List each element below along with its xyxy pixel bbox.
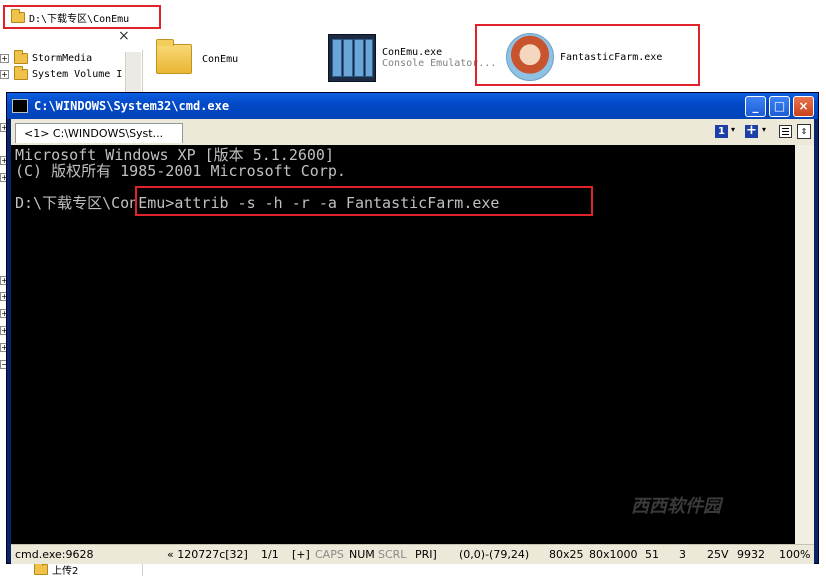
- folder-icon: [11, 8, 25, 23]
- tab-bar: <1> C:\WINDOWS\Syst... 1 ▾ + ▾ ⇕: [11, 119, 814, 145]
- status-bar: cmd.exe:9628 « 120727c[32] 1/1 [+] CAPS …: [11, 544, 814, 564]
- folder-icon: [14, 50, 28, 64]
- file-conemu-exe[interactable]: ConEmu.exe Console Emulator...: [328, 34, 496, 82]
- close-icon[interactable]: ×: [118, 28, 130, 44]
- status-buffer: 80x1000: [589, 548, 638, 561]
- highlight-box: [135, 186, 593, 216]
- buffer-scroll-icon[interactable]: ⇕: [797, 124, 811, 139]
- expand-icon[interactable]: +: [0, 54, 9, 63]
- status-scrl[interactable]: SCRL: [378, 548, 406, 561]
- tree-item-stormmedia[interactable]: StormMedia: [14, 50, 93, 64]
- tree-scrollbar[interactable]: [125, 52, 141, 92]
- new-console-button[interactable]: +: [745, 124, 758, 138]
- tree-item-system-volume[interactable]: System Volume I: [14, 66, 123, 80]
- status-pri: PRI]: [415, 548, 437, 561]
- console-line: (C) 版权所有 1985-2001 Microsoft Corp.: [15, 162, 346, 180]
- status-voltage: 25V: [707, 548, 729, 561]
- folder-icon: [34, 561, 48, 575]
- status-caps[interactable]: CAPS: [315, 548, 344, 561]
- status-value: 3: [679, 548, 686, 561]
- watermark-logo: 西西软件园: [631, 496, 721, 517]
- status-code: « 120727c[32]: [167, 548, 248, 561]
- address-text: D:\下载专区\ConEmu: [29, 13, 130, 25]
- conemu-window: C:\WINDOWS\System32\cmd.exe _ □ × <1> C:…: [6, 92, 819, 564]
- status-size: 80x25: [549, 548, 584, 561]
- status-selection: (0,0)-(79,24): [459, 548, 530, 561]
- file-fantasticfarm-exe[interactable]: FantasticFarm.exe: [506, 33, 662, 81]
- tree-item-label: System Volume I: [32, 69, 123, 80]
- title-bar[interactable]: C:\WINDOWS\System32\cmd.exe _ □ ×: [7, 93, 818, 119]
- expand-icon[interactable]: +: [0, 70, 9, 79]
- address-bar[interactable]: D:\下载专区\ConEmu: [3, 5, 161, 29]
- status-num[interactable]: NUM: [349, 548, 375, 561]
- minimize-button[interactable]: _: [745, 96, 766, 117]
- close-button[interactable]: ×: [793, 96, 814, 117]
- tab-console-1[interactable]: <1> C:\WINDOWS\Syst...: [15, 123, 183, 143]
- file-conemu-folder[interactable]: ConEmu: [156, 39, 239, 74]
- status-value: 9932: [737, 548, 765, 561]
- folder-icon: [14, 66, 28, 80]
- folder-icon: [156, 39, 192, 74]
- tree-item-label: 上传2: [52, 566, 79, 577]
- tree-item-upload[interactable]: 上传2: [34, 561, 79, 577]
- tree-item-label: StormMedia: [32, 53, 93, 64]
- console-scrollbar[interactable]: [795, 145, 814, 544]
- status-zoom: 100%: [779, 548, 811, 561]
- status-process: cmd.exe:9628: [15, 548, 94, 561]
- file-name: ConEmu: [202, 53, 239, 65]
- file-name: FantasticFarm.exe: [560, 51, 663, 63]
- status-tab-count: 1/1: [261, 548, 279, 561]
- window-title: C:\WINDOWS\System32\cmd.exe: [34, 99, 230, 113]
- chevron-down-icon[interactable]: ▾: [731, 125, 735, 134]
- maximize-button[interactable]: □: [769, 96, 790, 117]
- chevron-down-icon[interactable]: ▾: [762, 125, 766, 134]
- cmd-icon: [12, 99, 28, 113]
- menu-icon[interactable]: [779, 125, 792, 138]
- fantasticfarm-app-icon: [506, 33, 554, 81]
- status-plus: [+]: [292, 548, 310, 561]
- console-line: Microsoft Windows XP [版本 5.1.2600]: [15, 146, 334, 164]
- conemu-app-icon: [328, 34, 376, 82]
- console-area[interactable]: Microsoft Windows XP [版本 5.1.2600] (C) 版…: [11, 145, 795, 544]
- active-console-indicator[interactable]: 1: [715, 125, 728, 138]
- status-value: 51: [645, 548, 659, 561]
